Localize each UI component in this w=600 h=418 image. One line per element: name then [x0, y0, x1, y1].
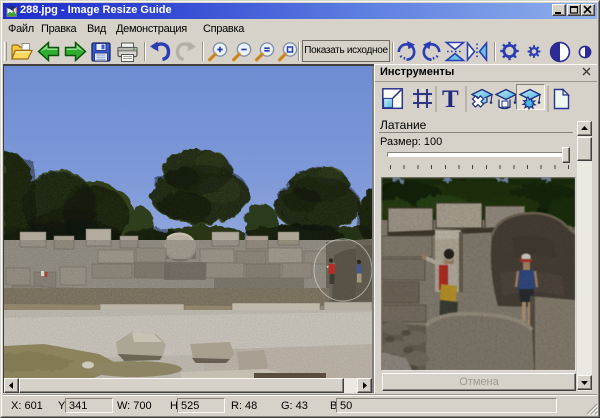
svg-text:T: T: [442, 86, 459, 113]
